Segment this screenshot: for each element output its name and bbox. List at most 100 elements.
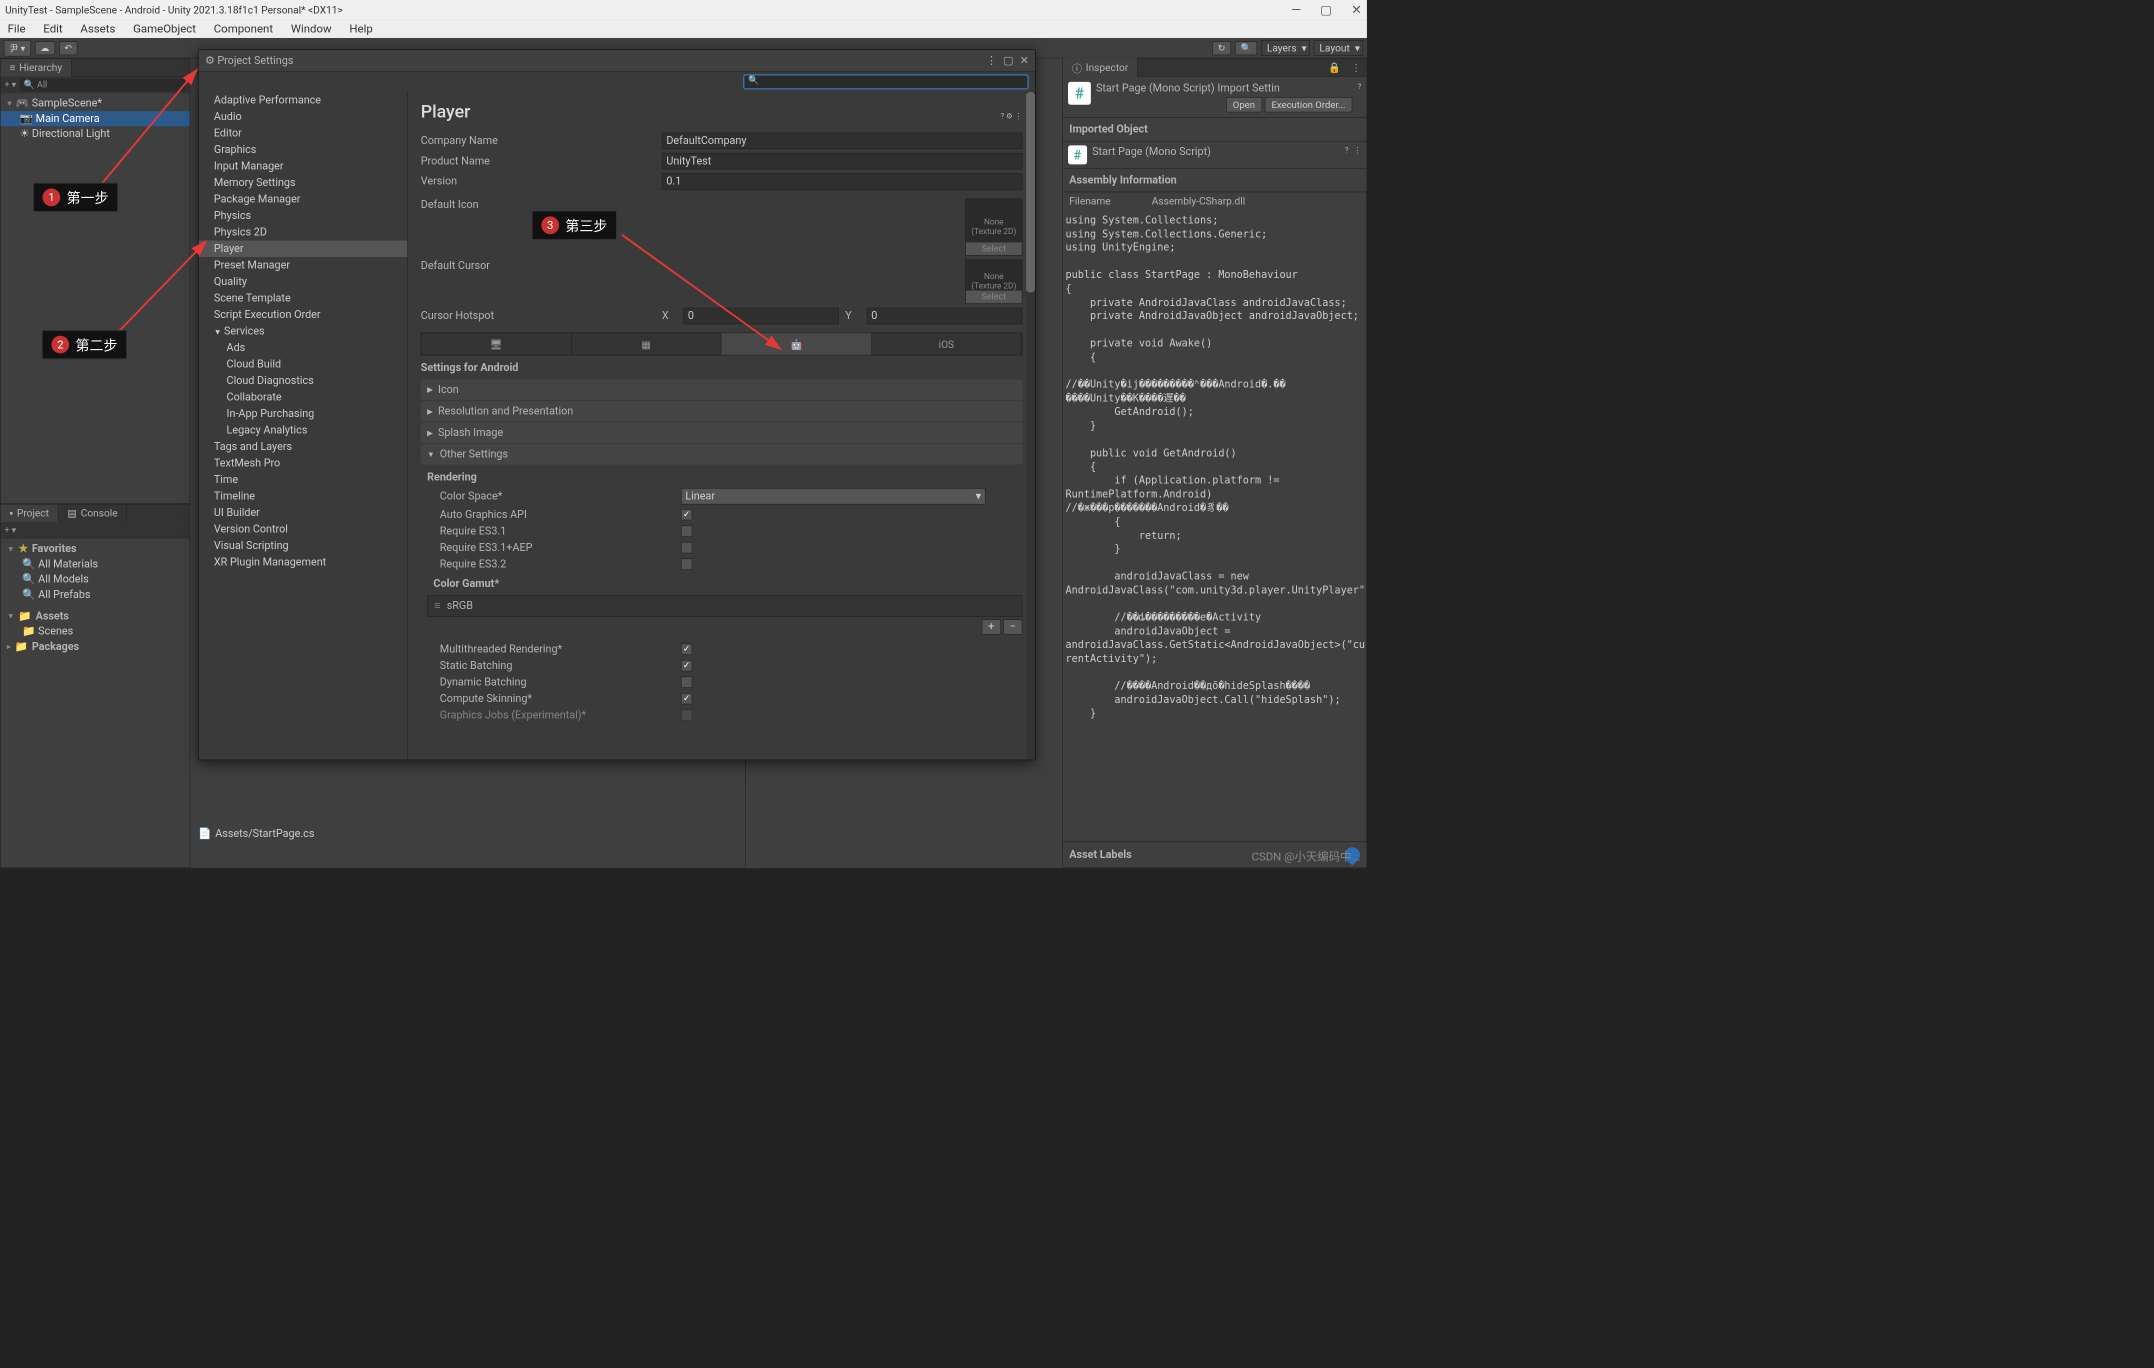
search-icon[interactable]: 🔍: [1235, 41, 1257, 55]
menu-gameobject[interactable]: GameObject: [133, 22, 196, 35]
cursor-x-input[interactable]: [683, 308, 838, 324]
create-button[interactable]: + ▾: [4, 80, 16, 90]
sb-adaptive-performance[interactable]: Adaptive Performance: [199, 92, 408, 108]
gamut-srgb-row[interactable]: ≡sRGB: [427, 595, 1022, 617]
sb-quality[interactable]: Quality: [199, 274, 408, 290]
sb-version-control[interactable]: Version Control: [199, 521, 408, 537]
require-es31aep-checkbox[interactable]: [681, 542, 692, 553]
account-button[interactable]: 尹 ▾: [4, 40, 31, 56]
auto-graphics-api-checkbox[interactable]: [681, 509, 692, 520]
sb-input-manager[interactable]: Input Manager: [199, 158, 408, 174]
menu-icon[interactable]: ⋮: [1354, 145, 1362, 154]
gamut-remove-button[interactable]: −: [1003, 619, 1022, 634]
assets-header[interactable]: ▼📁Assets: [1, 608, 190, 623]
settings-menu-icon[interactable]: ⋮: [986, 54, 997, 67]
sb-physics-2d[interactable]: Physics 2D: [199, 224, 408, 240]
sb-xr-plugin[interactable]: XR Plugin Management: [199, 554, 408, 570]
layers-dropdown[interactable]: Layers: [1261, 40, 1310, 56]
fav-all-materials[interactable]: 🔍 All Materials: [1, 556, 190, 571]
sb-scene-template[interactable]: Scene Template: [199, 290, 408, 306]
menu-component[interactable]: Component: [214, 22, 273, 35]
project-create-button[interactable]: + ▾: [4, 525, 16, 535]
sb-graphics[interactable]: Graphics: [199, 142, 408, 158]
menu-help[interactable]: Help: [349, 22, 372, 35]
inspector-tab[interactable]: ⓘ Inspector: [1063, 57, 1138, 77]
fav-all-prefabs[interactable]: 🔍 All Prefabs: [1, 587, 190, 602]
sb-in-app-purchasing[interactable]: In-App Purchasing: [199, 406, 408, 422]
sb-memory-settings[interactable]: Memory Settings: [199, 175, 408, 191]
sb-player[interactable]: Player: [199, 241, 408, 257]
platform-tab-standalone[interactable]: 🖥: [421, 333, 571, 355]
menu-window[interactable]: Window: [291, 22, 332, 35]
menu-edit[interactable]: Edit: [43, 22, 62, 35]
sb-timeline[interactable]: Timeline: [199, 488, 408, 504]
settings-maximize-icon[interactable]: ▢: [1003, 54, 1013, 67]
graphics-jobs-checkbox[interactable]: [681, 709, 692, 720]
color-space-dropdown[interactable]: Linear: [681, 488, 986, 504]
help-icon[interactable]: ?: [1001, 111, 1005, 120]
sb-ads[interactable]: Ads: [199, 340, 408, 356]
execution-order-button[interactable]: Execution Order...: [1265, 97, 1353, 112]
sb-package-manager[interactable]: Package Manager: [199, 191, 408, 207]
sb-ui-builder[interactable]: UI Builder: [199, 505, 408, 521]
sb-textmesh-pro[interactable]: TextMesh Pro: [199, 455, 408, 471]
fav-all-models[interactable]: 🔍 All Models: [1, 572, 190, 587]
platform-tab-server[interactable]: ▦: [571, 333, 721, 355]
sb-editor[interactable]: Editor: [199, 125, 408, 141]
maximize-button[interactable]: ▢: [1320, 2, 1332, 17]
default-icon-picker[interactable]: None(Texture 2D)Select: [965, 199, 1022, 256]
history-icon[interactable]: ↻: [1212, 41, 1231, 55]
require-es31-checkbox[interactable]: [681, 525, 692, 536]
sb-cloud-build[interactable]: Cloud Build: [199, 356, 408, 372]
sb-cloud-diagnostics[interactable]: Cloud Diagnostics: [199, 373, 408, 389]
assets-scenes[interactable]: 📁 Scenes: [1, 624, 190, 639]
settings-search-input[interactable]: 🔍: [743, 74, 1029, 89]
sb-legacy-analytics[interactable]: Legacy Analytics: [199, 422, 408, 438]
scene-row[interactable]: ▼ 🎮 SampleScene*: [1, 96, 190, 111]
hierarchy-tab[interactable]: ≡ Hierarchy: [1, 59, 72, 77]
icon-foldout[interactable]: ▶Icon: [421, 379, 1023, 399]
sb-visual-scripting[interactable]: Visual Scripting: [199, 538, 408, 554]
require-es32-checkbox[interactable]: [681, 558, 692, 569]
inspector-lock-icon[interactable]: 🔒: [1323, 62, 1346, 74]
hierarchy-item-light[interactable]: ☀ Directional Light: [1, 126, 190, 141]
platform-tab-ios[interactable]: iOS: [872, 333, 1022, 355]
favorites-header[interactable]: ▼★Favorites: [1, 541, 190, 556]
cursor-y-input[interactable]: [867, 308, 1022, 324]
hierarchy-search[interactable]: 🔍 All: [20, 79, 186, 92]
inspector-menu-icon[interactable]: ⋮: [1346, 62, 1366, 74]
company-name-input[interactable]: [662, 133, 1022, 149]
resolution-foldout[interactable]: ▶Resolution and Presentation: [421, 401, 1023, 421]
splash-foldout[interactable]: ▶Splash Image: [421, 423, 1023, 443]
sb-collaborate[interactable]: Collaborate: [199, 389, 408, 405]
close-button[interactable]: ✕: [1351, 2, 1362, 17]
sb-script-execution-order[interactable]: Script Execution Order: [199, 307, 408, 323]
sb-time[interactable]: Time: [199, 472, 408, 488]
gamut-add-button[interactable]: +: [982, 619, 1001, 634]
static-batching-checkbox[interactable]: [681, 660, 692, 671]
console-tab[interactable]: ▤ Console: [58, 505, 127, 522]
cloud-icon[interactable]: ☁: [35, 41, 55, 55]
footer-asset-path[interactable]: 📄 Assets/StartPage.cs: [198, 828, 314, 841]
sb-audio[interactable]: Audio: [199, 109, 408, 125]
sb-services[interactable]: ▼Services: [199, 323, 408, 339]
help-icon[interactable]: ?: [1358, 82, 1362, 91]
menu-file[interactable]: File: [8, 22, 26, 35]
default-cursor-picker[interactable]: None(Texture 2D)Select: [965, 260, 1022, 304]
settings-scrollbar[interactable]: [1026, 92, 1035, 760]
version-input[interactable]: [662, 173, 1022, 189]
select-button[interactable]: Select: [966, 291, 1022, 304]
sb-tags-layers[interactable]: Tags and Layers: [199, 439, 408, 455]
menu-assets[interactable]: Assets: [80, 22, 115, 35]
open-button[interactable]: Open: [1226, 97, 1262, 112]
help-icon[interactable]: ?: [1345, 145, 1349, 154]
dynamic-batching-checkbox[interactable]: [681, 676, 692, 687]
hierarchy-item-camera[interactable]: 📷 Main Camera: [1, 111, 190, 126]
other-settings-foldout[interactable]: ▼Other Settings: [421, 444, 1023, 464]
sb-preset-manager[interactable]: Preset Manager: [199, 257, 408, 273]
platform-tab-android[interactable]: 🤖: [722, 333, 872, 355]
sb-physics[interactable]: Physics: [199, 208, 408, 224]
settings-gear-icon[interactable]: ⚙: [1006, 111, 1013, 120]
select-button[interactable]: Select: [966, 242, 1022, 255]
packages-header[interactable]: ▸📁Packages: [1, 639, 190, 654]
